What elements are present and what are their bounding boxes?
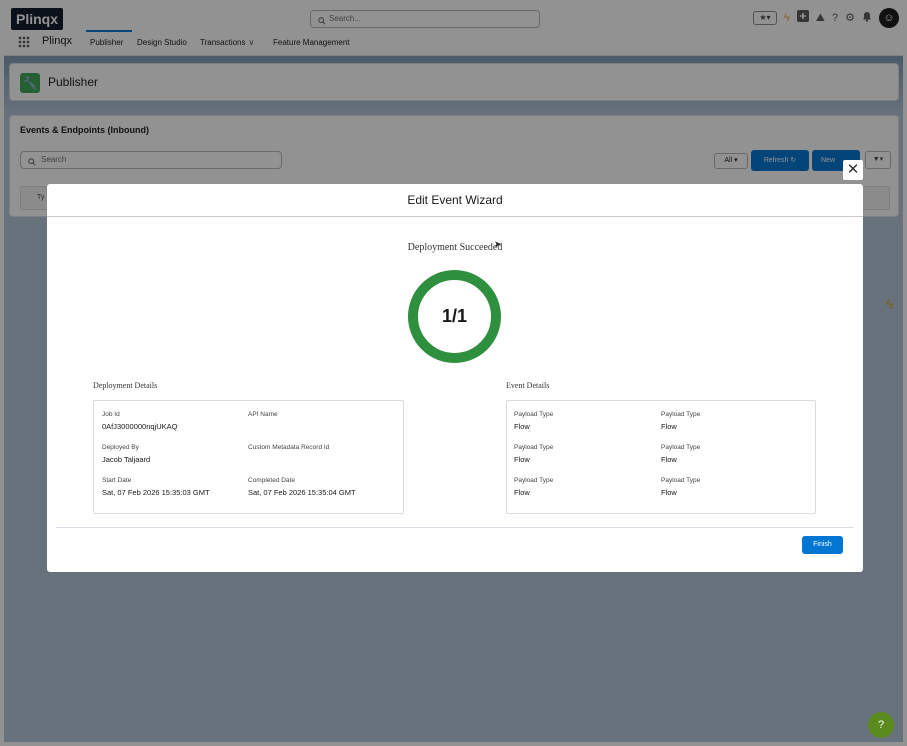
field-value: Flow	[661, 455, 677, 464]
field-job-id: Job Id 0AfJ3000000nqjUKAQ	[102, 411, 177, 431]
deployment-details-box: Job Id 0AfJ3000000nqjUKAQ API Name Deplo…	[93, 400, 404, 514]
progress-ring: 1/1	[408, 270, 501, 363]
field-payload-type: Payload Type Flow	[661, 444, 700, 464]
field-label: Payload Type	[514, 444, 554, 451]
close-icon[interactable]: ✕	[843, 160, 863, 180]
field-label: Payload Type	[514, 411, 554, 418]
field-value: Flow	[514, 422, 530, 431]
field-deployed-by: Deployed By Jacob Taljaard	[102, 444, 150, 464]
mouse-cursor-icon: ➤	[494, 239, 502, 249]
field-value: Sat, 07 Feb 2026 15:35:03 GMT	[102, 488, 210, 497]
field-label: Payload Type	[661, 411, 701, 418]
field-value: Flow	[661, 422, 677, 431]
field-start-date: Start Date Sat, 07 Feb 2026 15:35:03 GMT	[102, 477, 210, 497]
event-details-title: Event Details	[506, 381, 550, 390]
field-completed-date: Completed Date Sat, 07 Feb 2026 15:35:04…	[248, 477, 356, 497]
event-details-box: Payload Type Flow Payload Type Flow Payl…	[506, 400, 816, 514]
field-label: Job Id	[102, 411, 120, 418]
field-payload-type: Payload Type Flow	[514, 411, 553, 431]
field-payload-type: Payload Type Flow	[661, 411, 700, 431]
field-value: 0AfJ3000000nqjUKAQ	[102, 422, 178, 431]
progress-ring-text: 1/1	[441, 306, 468, 326]
field-label: Payload Type	[514, 477, 554, 484]
field-label: Payload Type	[661, 444, 701, 451]
field-label: Completed Date	[248, 477, 295, 484]
field-payload-type: Payload Type Flow	[514, 477, 553, 497]
deployment-status-title: Deployment Succeeded	[407, 242, 503, 253]
field-label: Start Date	[102, 477, 132, 484]
field-custom-metadata-record-id: Custom Metadata Record Id	[248, 444, 329, 455]
field-value: Flow	[514, 488, 530, 497]
field-value: Flow	[514, 455, 530, 464]
field-value: Flow	[661, 488, 677, 497]
field-payload-type: Payload Type Flow	[661, 477, 700, 497]
modal-footer-divider	[56, 527, 854, 528]
modal-title: Edit Event Wizard	[47, 184, 863, 217]
help-fab-icon[interactable]: ?	[868, 712, 894, 738]
field-label: Custom Metadata Record Id	[248, 444, 330, 451]
field-value: Sat, 07 Feb 2026 15:35:04 GMT	[248, 488, 356, 497]
field-value: Jacob Taljaard	[102, 455, 151, 464]
field-label: API Name	[248, 411, 278, 418]
field-api-name: API Name	[248, 411, 278, 422]
field-payload-type: Payload Type Flow	[514, 444, 553, 464]
field-label: Deployed By	[102, 444, 139, 451]
field-label: Payload Type	[661, 477, 701, 484]
deployment-details-title: Deployment Details	[93, 381, 158, 390]
finish-button[interactable]: Finish	[802, 536, 843, 554]
edit-event-wizard-modal: Edit Event Wizard Deployment Succeeded 1…	[47, 184, 863, 572]
